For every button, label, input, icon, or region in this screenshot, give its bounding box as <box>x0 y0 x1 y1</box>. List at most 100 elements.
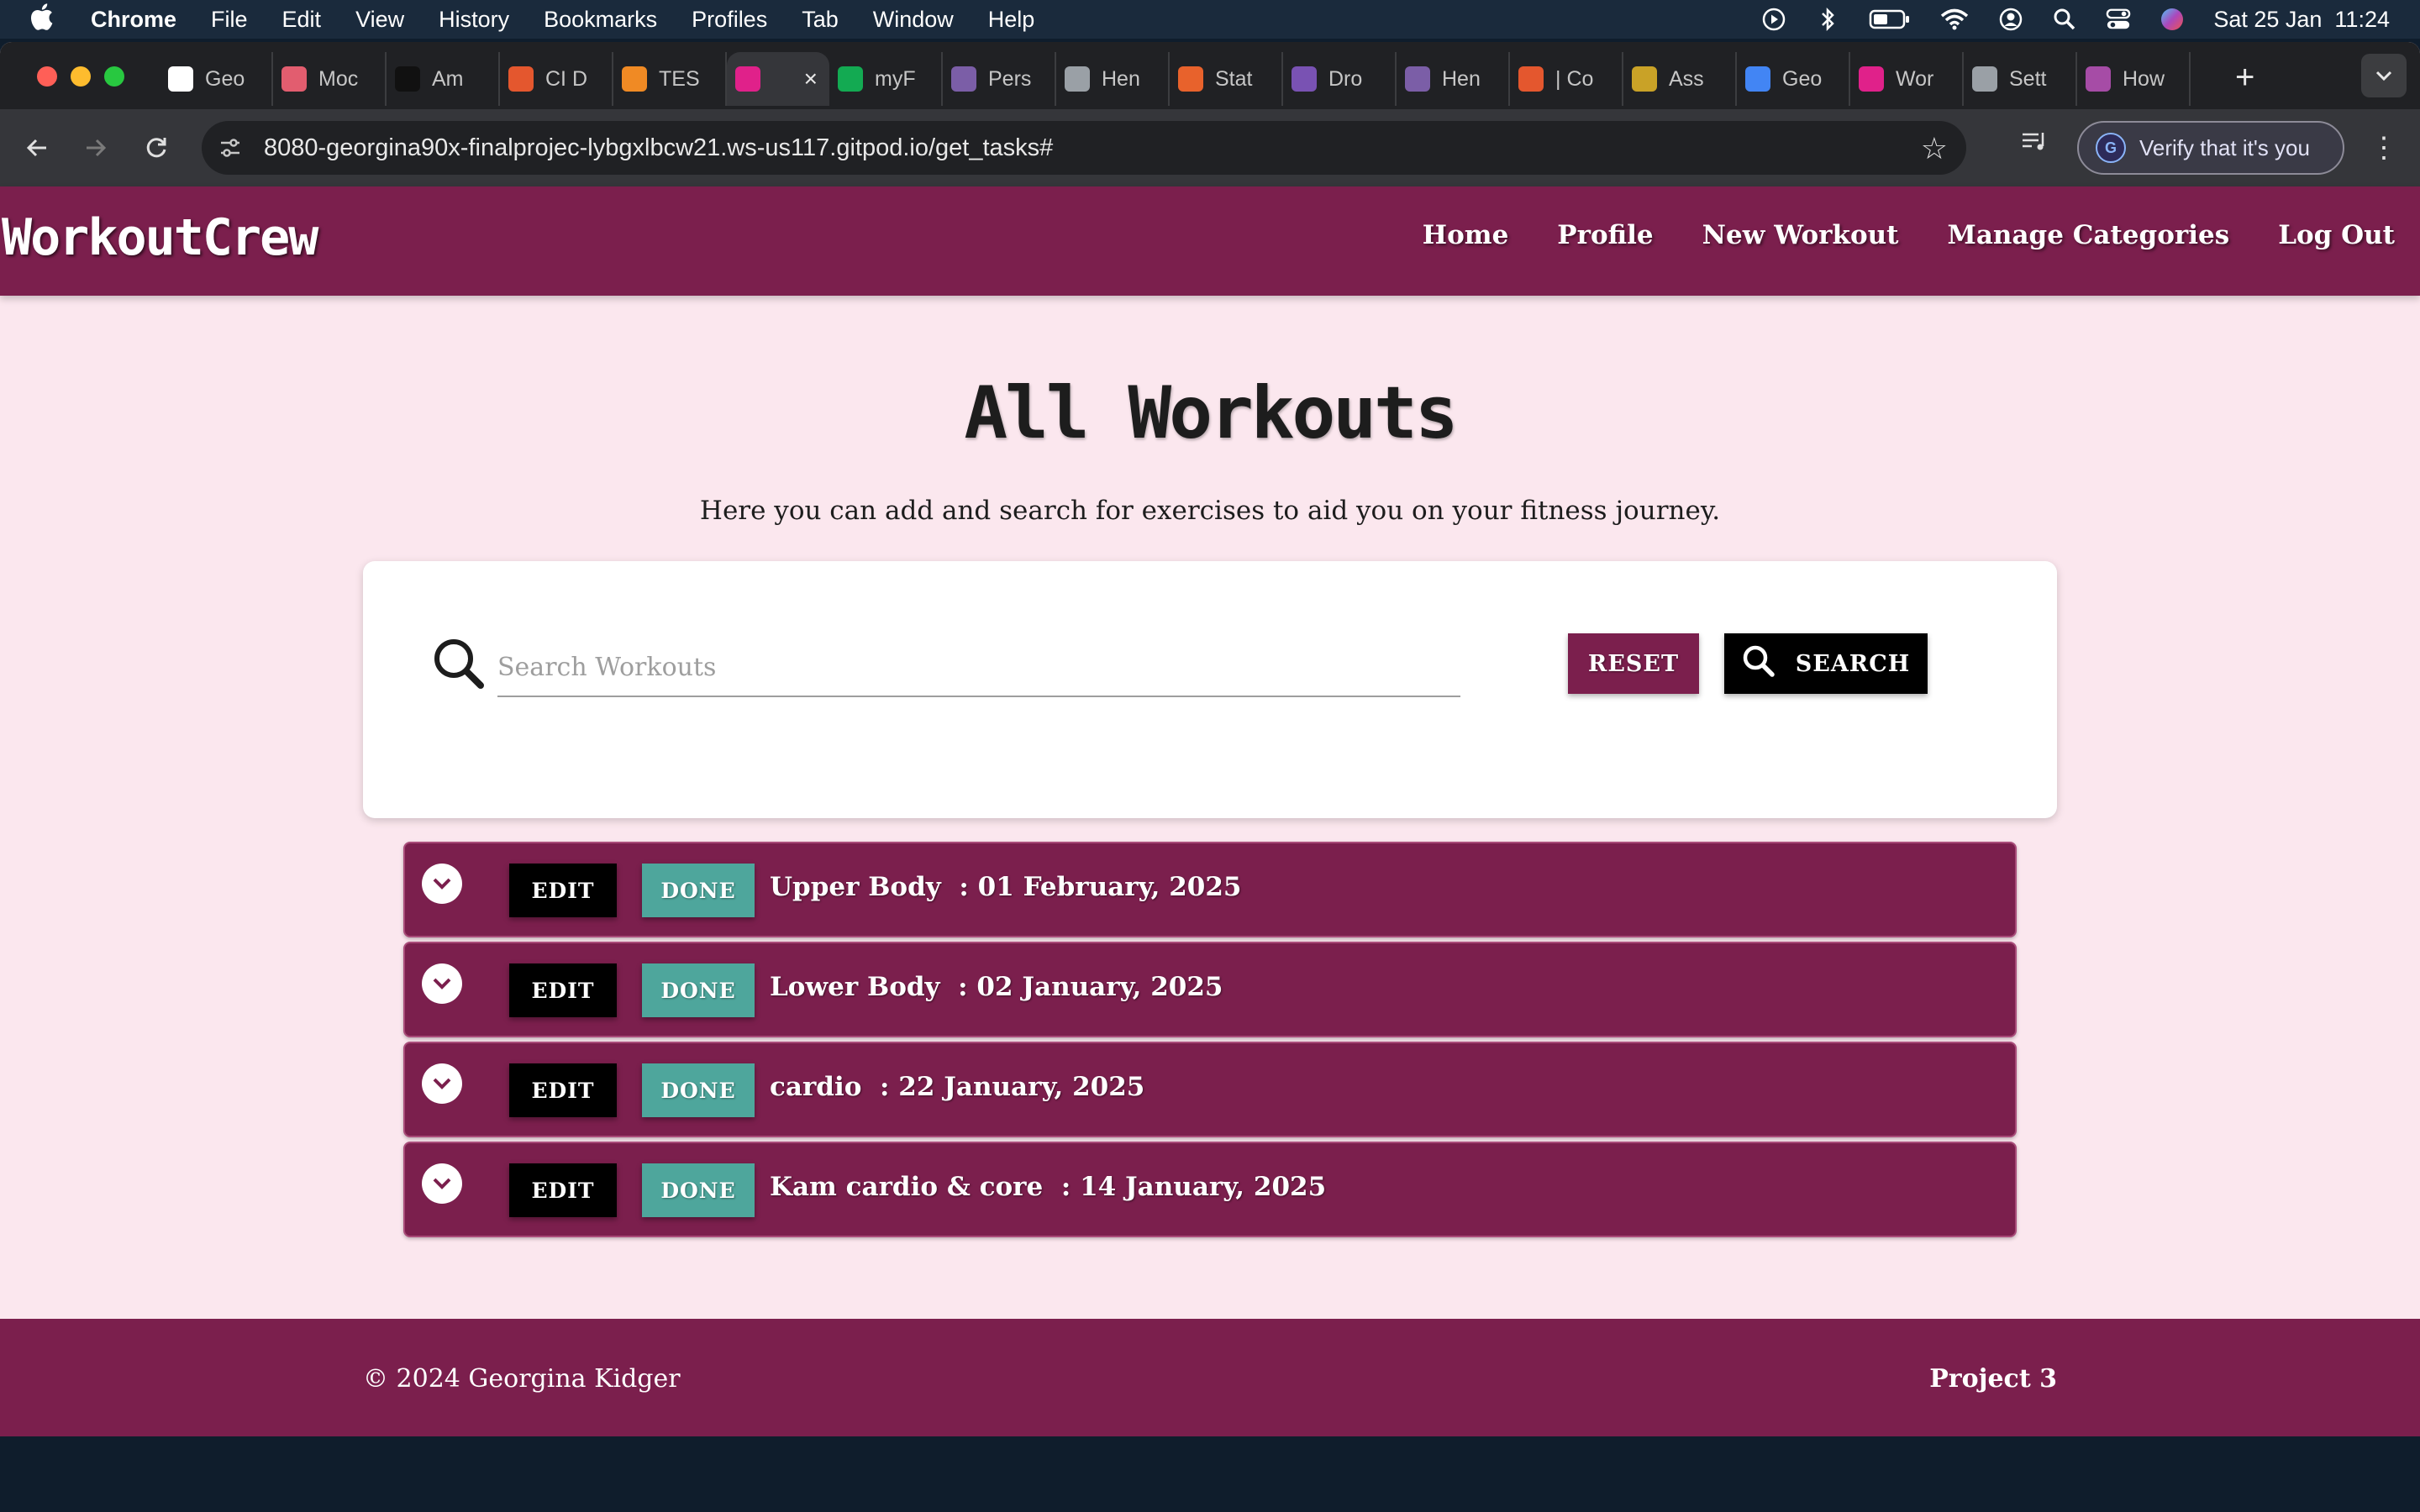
workout-separator: : <box>1043 1172 1081 1202</box>
workout-separator: : <box>940 872 978 902</box>
workout-row[interactable]: EDIT DONE Lower Body : 02 January, 2025 <box>403 942 2017 1037</box>
apple-icon[interactable] <box>29 3 62 37</box>
menubar-window[interactable]: Window <box>873 7 954 33</box>
browser-tab[interactable]: Sett <box>1964 52 2077 106</box>
done-button[interactable]: DONE <box>642 1063 755 1117</box>
workout-row[interactable]: EDIT DONE cardio : 22 January, 2025 <box>403 1042 2017 1137</box>
back-button[interactable] <box>18 129 55 166</box>
edit-button[interactable]: EDIT <box>509 864 617 917</box>
browser-menu-icon[interactable]: ⋮ <box>2370 131 2398 165</box>
tab-title: TES <box>659 66 700 91</box>
browser-tab[interactable]: Geo <box>1737 52 1850 106</box>
browser-tab[interactable]: How <box>2077 52 2191 106</box>
workout-row[interactable]: EDIT DONE Kam cardio & core : 14 January, … <box>403 1142 2017 1237</box>
menubar-app-name[interactable]: Chrome <box>91 7 176 33</box>
menubar-tab[interactable]: Tab <box>802 7 839 33</box>
close-window-button[interactable] <box>37 66 57 87</box>
browser-tab[interactable]: | Co <box>1510 52 1623 106</box>
close-tab-icon[interactable]: × <box>804 66 818 92</box>
macos-menubar: Chrome File Edit View History Bookmarks … <box>0 0 2420 39</box>
site-footer: © 2024 Georgina Kidger Project 3 <box>0 1319 2420 1436</box>
workout-row[interactable]: EDIT DONE Upper Body : 01 February, 2025 <box>403 842 2017 937</box>
spotlight-search-icon[interactable] <box>2052 7 2077 32</box>
done-button[interactable]: DONE <box>642 1163 755 1217</box>
site-info-icon[interactable] <box>213 131 247 165</box>
browser-tab[interactable]: Ass <box>1623 52 1737 106</box>
verify-identity-chip[interactable]: G Verify that it's you <box>2077 121 2344 175</box>
minimize-window-button[interactable] <box>71 66 91 87</box>
edit-button[interactable]: EDIT <box>509 1163 617 1217</box>
reset-button[interactable]: RESET <box>1568 633 1699 694</box>
expand-chevron-icon[interactable] <box>422 1063 462 1104</box>
docs-icon <box>1745 66 1770 92</box>
browser-tab[interactable]: Moc <box>273 52 387 106</box>
bookmark-star-icon[interactable]: ☆ <box>1921 131 1948 166</box>
brand-logo[interactable]: WorkoutCrew <box>2 208 318 267</box>
browser-tab[interactable]: × <box>727 52 829 106</box>
siri-icon[interactable] <box>2160 7 2185 32</box>
tab-search-button[interactable] <box>2361 54 2407 97</box>
ring-icon <box>508 66 534 92</box>
window-controls <box>37 66 124 87</box>
address-bar[interactable]: 8080-georgina90x-finalprojec-lybgxlbcw21… <box>202 121 1966 175</box>
menubar-profiles[interactable]: Profiles <box>692 7 767 33</box>
wifi-icon[interactable] <box>1939 7 1970 32</box>
u-icon <box>395 66 420 92</box>
menubar-clock[interactable]: Sat 25 Jan 11:24 <box>2213 7 2390 33</box>
browser-tab[interactable]: Am <box>387 52 500 106</box>
browser-tab[interactable]: CI D <box>500 52 613 106</box>
browser-tab[interactable]: TES <box>613 52 727 106</box>
play-circle-icon[interactable] <box>1761 7 1786 32</box>
browser-tab[interactable]: Geo <box>160 52 273 106</box>
media-controls-icon[interactable] <box>2020 129 2049 161</box>
leaf-icon <box>838 66 863 92</box>
workout-title: Upper Body : 01 February, 2025 <box>770 872 1242 902</box>
expand-chevron-icon[interactable] <box>422 864 462 904</box>
menubar-help[interactable]: Help <box>988 7 1035 33</box>
github-icon <box>168 66 193 92</box>
new-tab-button[interactable]: + <box>2235 59 2254 97</box>
edit-button[interactable]: EDIT <box>509 963 617 1017</box>
menubar-view[interactable]: View <box>355 7 404 33</box>
menubar-bookmarks[interactable]: Bookmarks <box>544 7 657 33</box>
page-title: All Workouts <box>964 371 1458 455</box>
maximize-window-button[interactable] <box>104 66 124 87</box>
ring-icon <box>1518 66 1544 92</box>
browser-tab[interactable]: myF <box>829 52 943 106</box>
menubar-edit[interactable]: Edit <box>282 7 322 33</box>
tab-title: CI D <box>545 66 587 91</box>
nav-new-workout[interactable]: New Workout <box>1702 220 1899 250</box>
browser-tab[interactable]: Hen <box>1397 52 1510 106</box>
user-account-icon[interactable] <box>1998 7 2023 32</box>
g-icon <box>622 66 647 92</box>
battery-icon[interactable] <box>1869 7 1911 32</box>
forward-button[interactable] <box>77 129 114 166</box>
done-button[interactable]: DONE <box>642 864 755 917</box>
browser-tab[interactable]: Dro <box>1283 52 1397 106</box>
search-button[interactable]: SEARCH <box>1724 633 1928 694</box>
dumbbell-icon <box>1859 66 1884 92</box>
browser-tab[interactable]: Stat <box>1170 52 1283 106</box>
search-input[interactable] <box>497 633 1460 697</box>
expand-chevron-icon[interactable] <box>422 1163 462 1204</box>
menubar-file[interactable]: File <box>211 7 248 33</box>
url-text[interactable]: 8080-georgina90x-finalprojec-lybgxlbcw21… <box>264 134 1053 162</box>
nav-manage-categories[interactable]: Manage Categories <box>1948 220 2230 250</box>
nav-profile[interactable]: Profile <box>1557 220 1653 250</box>
web-page: WorkoutCrew Home Profile New Workout Man… <box>0 186 2420 1436</box>
nav-log-out[interactable]: Log Out <box>2278 220 2395 250</box>
bluetooth-icon[interactable] <box>1815 7 1840 32</box>
browser-tab[interactable]: Wor <box>1850 52 1964 106</box>
tab-title: Sett <box>2009 66 2047 91</box>
menubar-history[interactable]: History <box>439 7 509 33</box>
browser-tab[interactable]: Pers <box>943 52 1056 106</box>
control-center-icon[interactable] <box>2106 7 2131 32</box>
expand-chevron-icon[interactable] <box>422 963 462 1004</box>
nav-home[interactable]: Home <box>1423 220 1509 250</box>
reload-button[interactable] <box>138 129 175 166</box>
search-card: RESET SEARCH <box>363 561 2057 818</box>
done-button[interactable]: DONE <box>642 963 755 1017</box>
bootstrap-icon <box>1292 66 1317 92</box>
browser-tab[interactable]: Hen <box>1056 52 1170 106</box>
edit-button[interactable]: EDIT <box>509 1063 617 1117</box>
